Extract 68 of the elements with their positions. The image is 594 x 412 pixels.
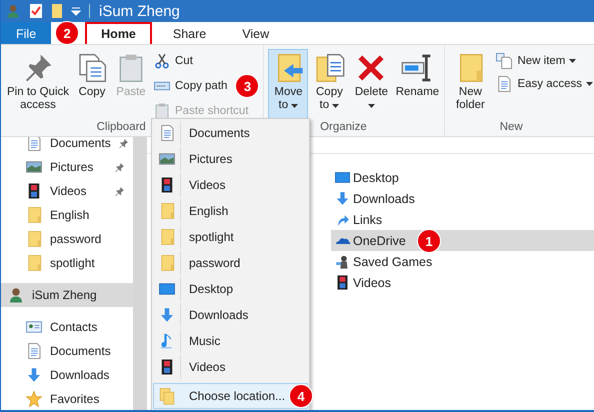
pin-icon <box>114 162 125 172</box>
ribbon-command[interactable]: Cut <box>151 51 195 71</box>
step-badge: 1 <box>417 229 441 253</box>
menu-item[interactable]: English <box>153 198 308 224</box>
star-icon <box>25 390 43 408</box>
nav-item[interactable]: Documents <box>1 339 133 363</box>
rename-icon <box>401 52 434 84</box>
nav-item[interactable]: password <box>1 227 133 251</box>
group-label: Clipboard <box>96 121 146 135</box>
file-item[interactable]: Saved Games <box>331 251 594 272</box>
checklist-icon <box>29 3 43 19</box>
user-icon <box>5 3 21 19</box>
desktop-icon <box>334 169 351 186</box>
folders-icon <box>158 387 176 405</box>
menu-item[interactable]: Pictures <box>153 146 308 172</box>
menu-item[interactable]: Documents <box>153 120 308 146</box>
clipboard-icon <box>153 102 171 120</box>
ribbon-command[interactable]: New item <box>493 51 578 71</box>
nav-item[interactable]: Contacts <box>1 315 133 339</box>
dropdown-icon[interactable] <box>71 6 81 16</box>
nav-item[interactable]: Documents <box>1 137 133 155</box>
separator-icon <box>89 4 91 18</box>
menu-item[interactable]: Videos <box>153 354 308 380</box>
ribbon-button[interactable]: Copy to <box>310 49 348 119</box>
ribbon-button[interactable]: Rename <box>394 49 440 119</box>
menu-item[interactable]: Downloads <box>153 302 308 328</box>
pin-icon <box>114 186 125 196</box>
down-arrow-icon <box>25 366 43 384</box>
group-label: Organize <box>320 121 367 135</box>
nav-item[interactable]: Downloads <box>1 363 133 387</box>
new-item-icon <box>495 52 514 70</box>
ribbon-tab[interactable]: Home <box>85 22 152 44</box>
nav-item[interactable]: iSum Zheng <box>1 283 133 307</box>
window-title: iSum Zheng <box>99 2 180 20</box>
menu-item[interactable]: password <box>153 250 308 276</box>
down-arrow-icon <box>158 306 176 324</box>
down-arrow-icon <box>334 190 351 207</box>
file-item[interactable]: Downloads <box>331 188 594 209</box>
scissors-icon <box>153 52 171 70</box>
menu-item[interactable]: Videos <box>153 172 308 198</box>
ribbon-button[interactable]: Move to <box>268 49 308 119</box>
ribbon-command[interactable]: Easy access <box>493 74 594 94</box>
scrollbar[interactable] <box>133 137 147 410</box>
step-badge: 2 <box>55 21 80 45</box>
nav-item[interactable]: Videos <box>1 179 133 203</box>
step-badge: 4 <box>289 384 313 408</box>
file-item[interactable]: Videos <box>331 272 594 293</box>
pin-icon <box>118 138 129 148</box>
menu-item[interactable]: Music <box>153 328 308 354</box>
ribbon-button[interactable]: Copy <box>73 49 111 119</box>
group-label: New <box>500 121 523 135</box>
menu-item[interactable]: Desktop <box>153 276 308 302</box>
file-tab[interactable]: File <box>1 22 52 44</box>
nav-item[interactable]: English <box>1 203 133 227</box>
ribbon-button[interactable]: New folder <box>449 49 492 119</box>
menu-item[interactable]: spotlight <box>153 224 308 250</box>
nav-item[interactable]: Favorites <box>1 387 133 410</box>
file-item[interactable]: Links <box>331 209 594 230</box>
ribbon-button[interactable]: Delete <box>350 49 392 119</box>
ribbon-button[interactable]: Pin to Quick access <box>5 49 71 119</box>
nav-item[interactable]: spotlight <box>1 251 133 275</box>
nav-item[interactable]: Pictures <box>1 155 133 179</box>
file-item[interactable]: OneDrive 1 <box>331 230 594 251</box>
ribbon-command[interactable]: Copy path <box>151 76 230 96</box>
step-badge: 3 <box>235 74 260 98</box>
user-icon <box>7 286 25 304</box>
file-item[interactable]: Desktop <box>331 167 594 188</box>
folder-icon <box>51 3 63 19</box>
